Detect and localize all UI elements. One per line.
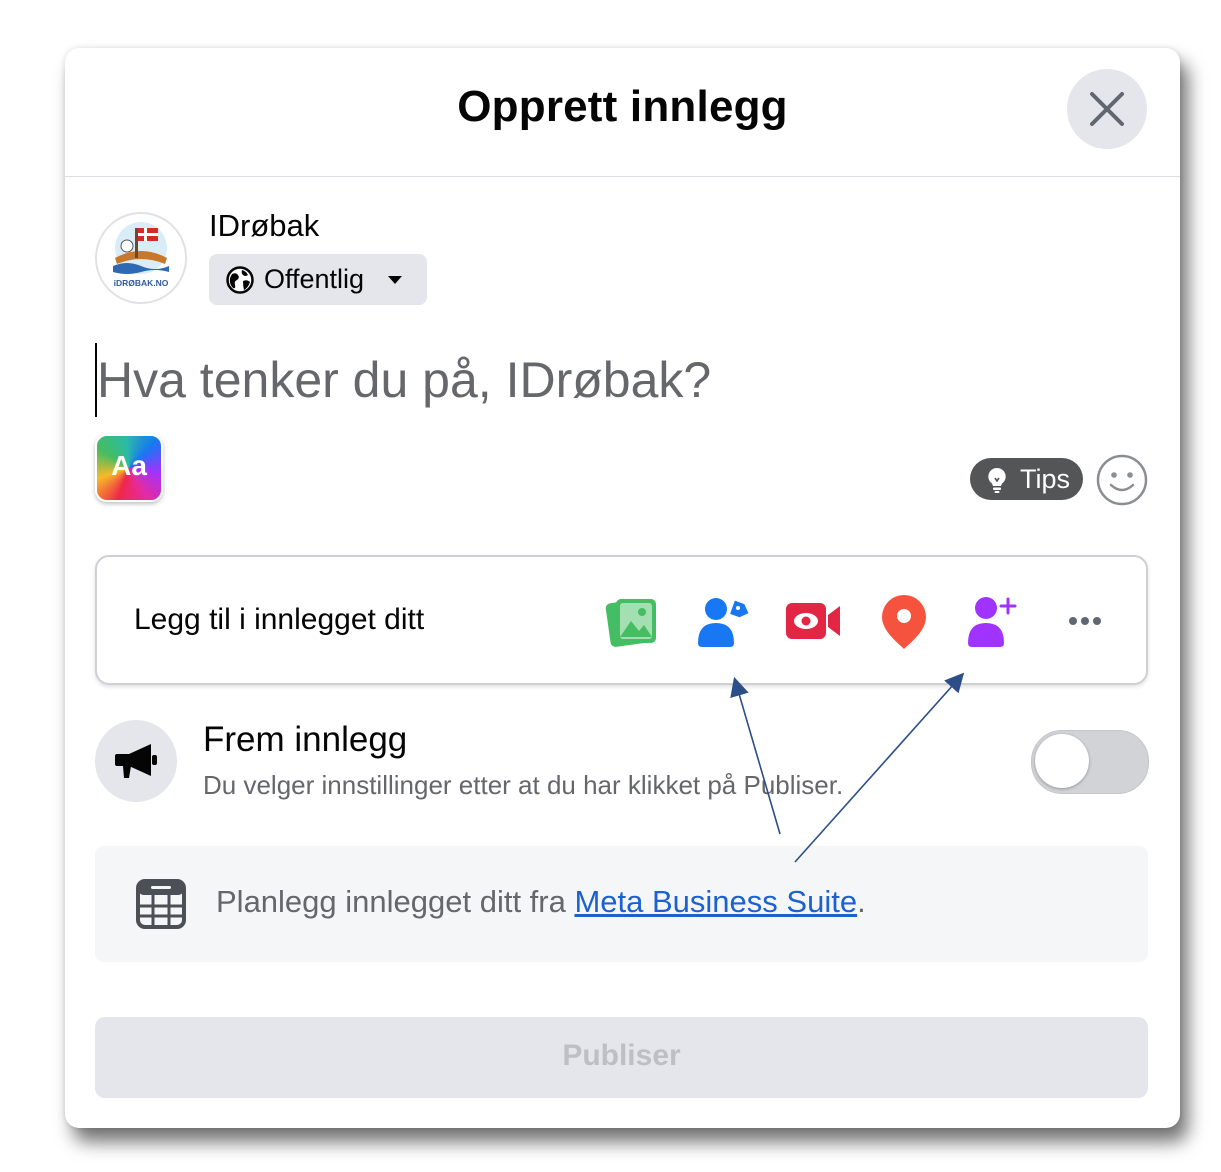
schedule-text-before: Planlegg innlegget ditt fra (216, 884, 575, 919)
dialog-title: Opprett innlegg (457, 82, 788, 131)
post-text-input[interactable] (95, 343, 1099, 417)
caret-down-icon (388, 276, 402, 284)
audience-label: Offentlig (264, 264, 365, 294)
avatar[interactable]: iDRØBAK.NO (95, 212, 187, 304)
boost-toggle[interactable] (1031, 730, 1149, 794)
background-picker-button[interactable]: Aa (95, 434, 163, 502)
boost-title: Frem innlegg (203, 720, 408, 759)
avatar-caption: iDRØBAK.NO (113, 278, 169, 288)
tips-label: Tips (1020, 464, 1071, 494)
tag-people-icon[interactable] (694, 593, 750, 649)
publish-label: Publiser (562, 1039, 681, 1072)
audience-selector[interactable]: Offentlig (209, 254, 427, 305)
add-collaborator-icon[interactable] (964, 593, 1020, 649)
emoji-icon[interactable] (1096, 454, 1148, 506)
globe-icon (226, 266, 254, 294)
schedule-text-after: . (857, 884, 866, 919)
add-to-post-bar: Legg til i innlegget ditt (95, 555, 1148, 685)
megaphone-icon (115, 744, 157, 778)
create-post-dialog: Opprett innlegg iDRØBAK.NO IDrøbak Offen… (65, 48, 1180, 1128)
tips-button[interactable]: Tips (970, 458, 1083, 500)
boost-description: Du velger innstillinger etter at du har … (203, 770, 844, 800)
publish-button[interactable]: Publiser (95, 1017, 1148, 1098)
meta-business-suite-link[interactable]: Meta Business Suite (574, 884, 857, 919)
boost-icon-circle (95, 720, 177, 802)
page-name: IDrøbak (209, 208, 320, 243)
schedule-banner: Planlegg innlegget ditt fra Meta Busines… (95, 846, 1148, 962)
more-icon[interactable] (1057, 593, 1113, 649)
live-video-icon[interactable] (785, 593, 841, 649)
add-to-post-label: Legg til i innlegget ditt (134, 603, 425, 636)
check-in-icon[interactable] (876, 593, 932, 649)
close-button[interactable] (1067, 69, 1147, 149)
calendar-icon (136, 879, 186, 929)
schedule-text: Planlegg innlegget ditt fra Meta Busines… (216, 884, 866, 920)
toggle-knob (1035, 734, 1089, 788)
lightbulb-icon (988, 467, 1006, 493)
close-icon (1090, 92, 1124, 126)
dialog-header: Opprett innlegg (65, 48, 1180, 177)
background-picker-label: Aa (111, 450, 147, 481)
idrobak-logo (97, 214, 185, 302)
photo-video-icon[interactable] (604, 593, 660, 649)
